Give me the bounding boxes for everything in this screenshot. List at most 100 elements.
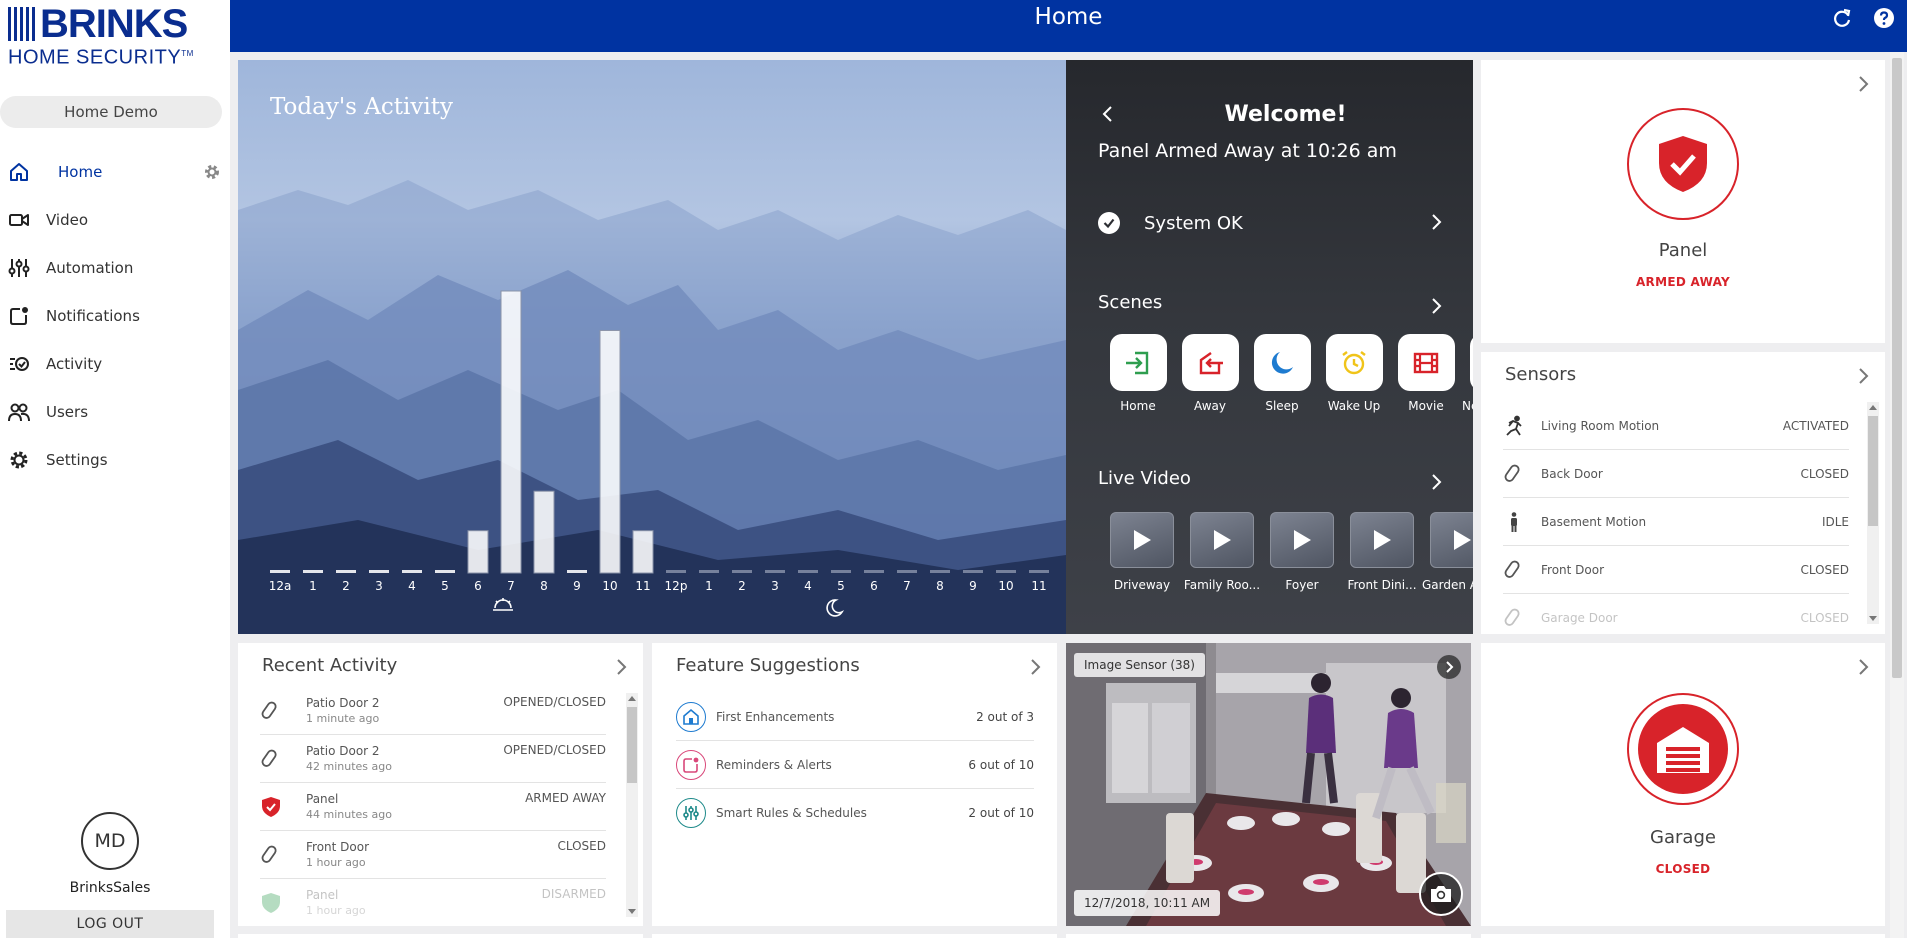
play-icon: [1430, 512, 1473, 568]
garage-card[interactable]: Garage CLOSED: [1481, 643, 1885, 926]
chevron-right-icon[interactable]: [1857, 366, 1869, 386]
sensor-row[interactable]: Front Door CLOSED: [1503, 546, 1849, 594]
logo-line1: BRINKS: [40, 2, 188, 46]
activity-bar: [632, 530, 654, 574]
notification-icon: [8, 305, 30, 327]
feature-row[interactable]: First Enhancements 2 out of 3: [676, 693, 1034, 741]
sensor-row[interactable]: Garage Door CLOSED: [1503, 594, 1849, 634]
logout-button[interactable]: LOG OUT: [6, 910, 214, 938]
panel-status-ring: [1627, 108, 1739, 220]
scene-movie[interactable]: Movie: [1390, 334, 1462, 413]
nav-item-settings[interactable]: Settings: [0, 436, 230, 484]
nav-item-users[interactable]: Users: [0, 388, 230, 436]
nav-item-activity[interactable]: Activity: [0, 340, 230, 388]
nav-item-home[interactable]: Home: [0, 148, 230, 196]
nav-item-video[interactable]: Video: [0, 196, 230, 244]
sensors-scrollbar[interactable]: [1867, 402, 1879, 624]
brinks-logo[interactable]: BRINKS HOME SECURITYTM: [8, 2, 213, 68]
video-label: Garden A: [1422, 578, 1473, 592]
video-tile[interactable]: Driveway: [1102, 512, 1182, 592]
activity-bar: [467, 530, 489, 574]
feature-progress: 2 out of 10: [968, 806, 1034, 820]
garage-door-icon: [1638, 704, 1728, 794]
chevron-right-icon[interactable]: [1857, 74, 1869, 94]
scenes-header[interactable]: Scenes: [1098, 292, 1442, 318]
page-scrollbar[interactable]: [1890, 52, 1904, 938]
sensor-row[interactable]: Living Room Motion ACTIVATED: [1503, 402, 1849, 450]
sensor-row[interactable]: Back Door CLOSED: [1503, 450, 1849, 498]
page-scroll-thumb[interactable]: [1892, 58, 1902, 678]
system-status-row[interactable]: System OK: [1098, 208, 1442, 238]
hour-label: 11: [635, 579, 650, 593]
scroll-up-icon[interactable]: [628, 696, 636, 701]
nav-label-automation: Automation: [46, 259, 134, 277]
scene-away[interactable]: Away: [1174, 334, 1246, 413]
gear-icon[interactable]: [202, 162, 222, 182]
video-tile[interactable]: Garden A: [1422, 512, 1473, 592]
scene-home[interactable]: Home: [1102, 334, 1174, 413]
scene-new[interactable]: Ne: [1462, 334, 1473, 413]
activity-row-text: Panel 44 minutes ago: [306, 792, 392, 821]
video-tile[interactable]: Front Dini...: [1342, 512, 1422, 592]
panel-name: Panel: [1658, 240, 1708, 261]
welcome-card: Welcome! Panel Armed Away at 10:26 am Sy…: [1066, 60, 1473, 634]
next-card-peek: [238, 934, 643, 938]
scroll-down-icon[interactable]: [1869, 616, 1877, 621]
nav-item-notifications[interactable]: Notifications: [0, 292, 230, 340]
live-video-header[interactable]: Live Video: [1098, 468, 1442, 494]
chevron-right-icon[interactable]: [615, 657, 627, 677]
scroll-up-icon[interactable]: [1869, 405, 1877, 410]
feature-row[interactable]: Reminders & Alerts 6 out of 10: [676, 741, 1034, 789]
nav-label-video: Video: [46, 211, 89, 229]
avatar[interactable]: MD: [81, 812, 139, 870]
hour-label: 5: [441, 579, 449, 593]
todays-activity-card: 12a 1 2 3 4 5 6 7 8 9 10 11 12p 1 2 3 4 5 6 7 8 9 10 11 Today's…: [238, 60, 1066, 634]
feature-row[interactable]: Smart Rules & Schedules 2 out of 10: [676, 789, 1034, 837]
video-tile[interactable]: Foyer: [1262, 512, 1342, 592]
panel-status: ARMED AWAY: [1635, 275, 1731, 289]
video-label: Front Dini...: [1347, 578, 1417, 592]
activity-row[interactable]: Panel 44 minutes ago ARMED AWAY: [260, 783, 606, 831]
scene-sleep[interactable]: Sleep: [1246, 334, 1318, 413]
nav-list: Home Video Automation Notifications Acti…: [0, 148, 230, 484]
panel-card[interactable]: Panel ARMED AWAY: [1481, 60, 1885, 343]
refresh-icon[interactable]: [1830, 6, 1854, 30]
hour-label: 1: [705, 579, 713, 593]
chevron-right-icon[interactable]: [1857, 657, 1869, 677]
activity-row[interactable]: Patio Door 2 42 minutes ago OPENED/CLOSE…: [260, 735, 606, 783]
system-status-label: System OK: [1144, 212, 1243, 234]
hour-label: 11: [1031, 579, 1046, 593]
scene-label: Sleep: [1265, 399, 1299, 413]
welcome-title: Welcome!: [1224, 102, 1347, 127]
activity-bar: [864, 570, 884, 573]
nav-item-automation[interactable]: Automation: [0, 244, 230, 292]
logo-line2: HOME SECURITY: [8, 46, 182, 69]
help-icon[interactable]: [1872, 6, 1896, 30]
scene-wake-up[interactable]: Wake Up: [1318, 334, 1390, 413]
activity-row[interactable]: Front Door 1 hour ago CLOSED: [260, 831, 606, 879]
page-title: Home: [1034, 4, 1103, 30]
activity-row[interactable]: Panel 1 hour ago DISARMED: [260, 879, 606, 926]
feature-name: Reminders & Alerts: [716, 757, 832, 772]
scene-list: Home Away Sleep Wake Up Movie N: [1102, 334, 1473, 413]
play-icon: [1190, 512, 1254, 568]
activity-bar: [369, 570, 389, 573]
garage-status-ring: [1627, 693, 1739, 805]
activity-bar: [1029, 570, 1049, 573]
camera-snapshot-icon[interactable]: [1419, 872, 1463, 916]
chevron-right-icon: [1430, 296, 1442, 316]
activity-bar: [996, 570, 1016, 573]
chevron-right-icon[interactable]: [1029, 657, 1041, 677]
account-selector[interactable]: Home Demo: [0, 96, 222, 128]
chevron-right-icon[interactable]: [1437, 655, 1461, 679]
scroll-thumb[interactable]: [627, 707, 637, 783]
sensor-row[interactable]: Basement Motion IDLE: [1503, 498, 1849, 546]
recent-scrollbar[interactable]: [626, 693, 638, 917]
scroll-thumb[interactable]: [1868, 416, 1878, 526]
scroll-down-icon[interactable]: [628, 909, 636, 914]
image-sensor-card[interactable]: Image Sensor (38) 12/7/2018, 10:11 AM: [1066, 643, 1471, 926]
reminder-icon: [676, 749, 706, 780]
activity-status: ARMED AWAY: [525, 791, 606, 805]
activity-row[interactable]: Patio Door 2 1 minute ago OPENED/CLOSED: [260, 687, 606, 735]
video-tile[interactable]: Family Roo...: [1182, 512, 1262, 592]
